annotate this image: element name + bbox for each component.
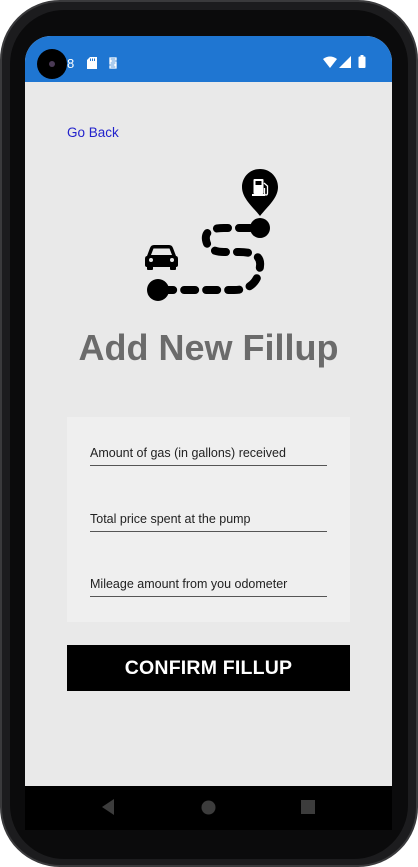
signal-icon — [339, 56, 351, 68]
route-car-to-gas-station-icon — [145, 169, 278, 301]
recents-icon[interactable] — [301, 800, 315, 814]
system-nav-bar — [25, 786, 392, 830]
confirm-fillup-button[interactable]: CONFIRM FILLUP — [67, 645, 350, 691]
notification-icon — [109, 57, 117, 69]
camera-lens — [49, 61, 55, 67]
wifi-icon — [323, 56, 337, 68]
price-field[interactable]: Total price spent at the pump — [90, 507, 327, 532]
fillup-form: Amount of gas (in gallons) received Tota… — [67, 417, 350, 622]
gallons-field[interactable]: Amount of gas (in gallons) received — [90, 441, 327, 466]
go-back-link[interactable]: Go Back — [67, 125, 119, 140]
sd-card-icon — [87, 57, 97, 69]
gallons-field-label: Amount of gas (in gallons) received — [90, 446, 286, 460]
status-bar: 8 — [25, 36, 392, 82]
battery-icon — [358, 55, 366, 68]
back-icon[interactable] — [101, 798, 115, 816]
front-camera — [37, 49, 67, 79]
mileage-field[interactable]: Mileage amount from you odometer — [90, 572, 327, 597]
app-screen: 8 Go Back Add New Fillup Amount of gas (… — [25, 36, 392, 786]
status-time: 8 — [67, 56, 75, 71]
page-title: Add New Fillup — [78, 327, 339, 368]
home-icon[interactable] — [201, 800, 216, 815]
price-field-label: Total price spent at the pump — [90, 512, 251, 526]
mileage-field-label: Mileage amount from you odometer — [90, 577, 288, 591]
